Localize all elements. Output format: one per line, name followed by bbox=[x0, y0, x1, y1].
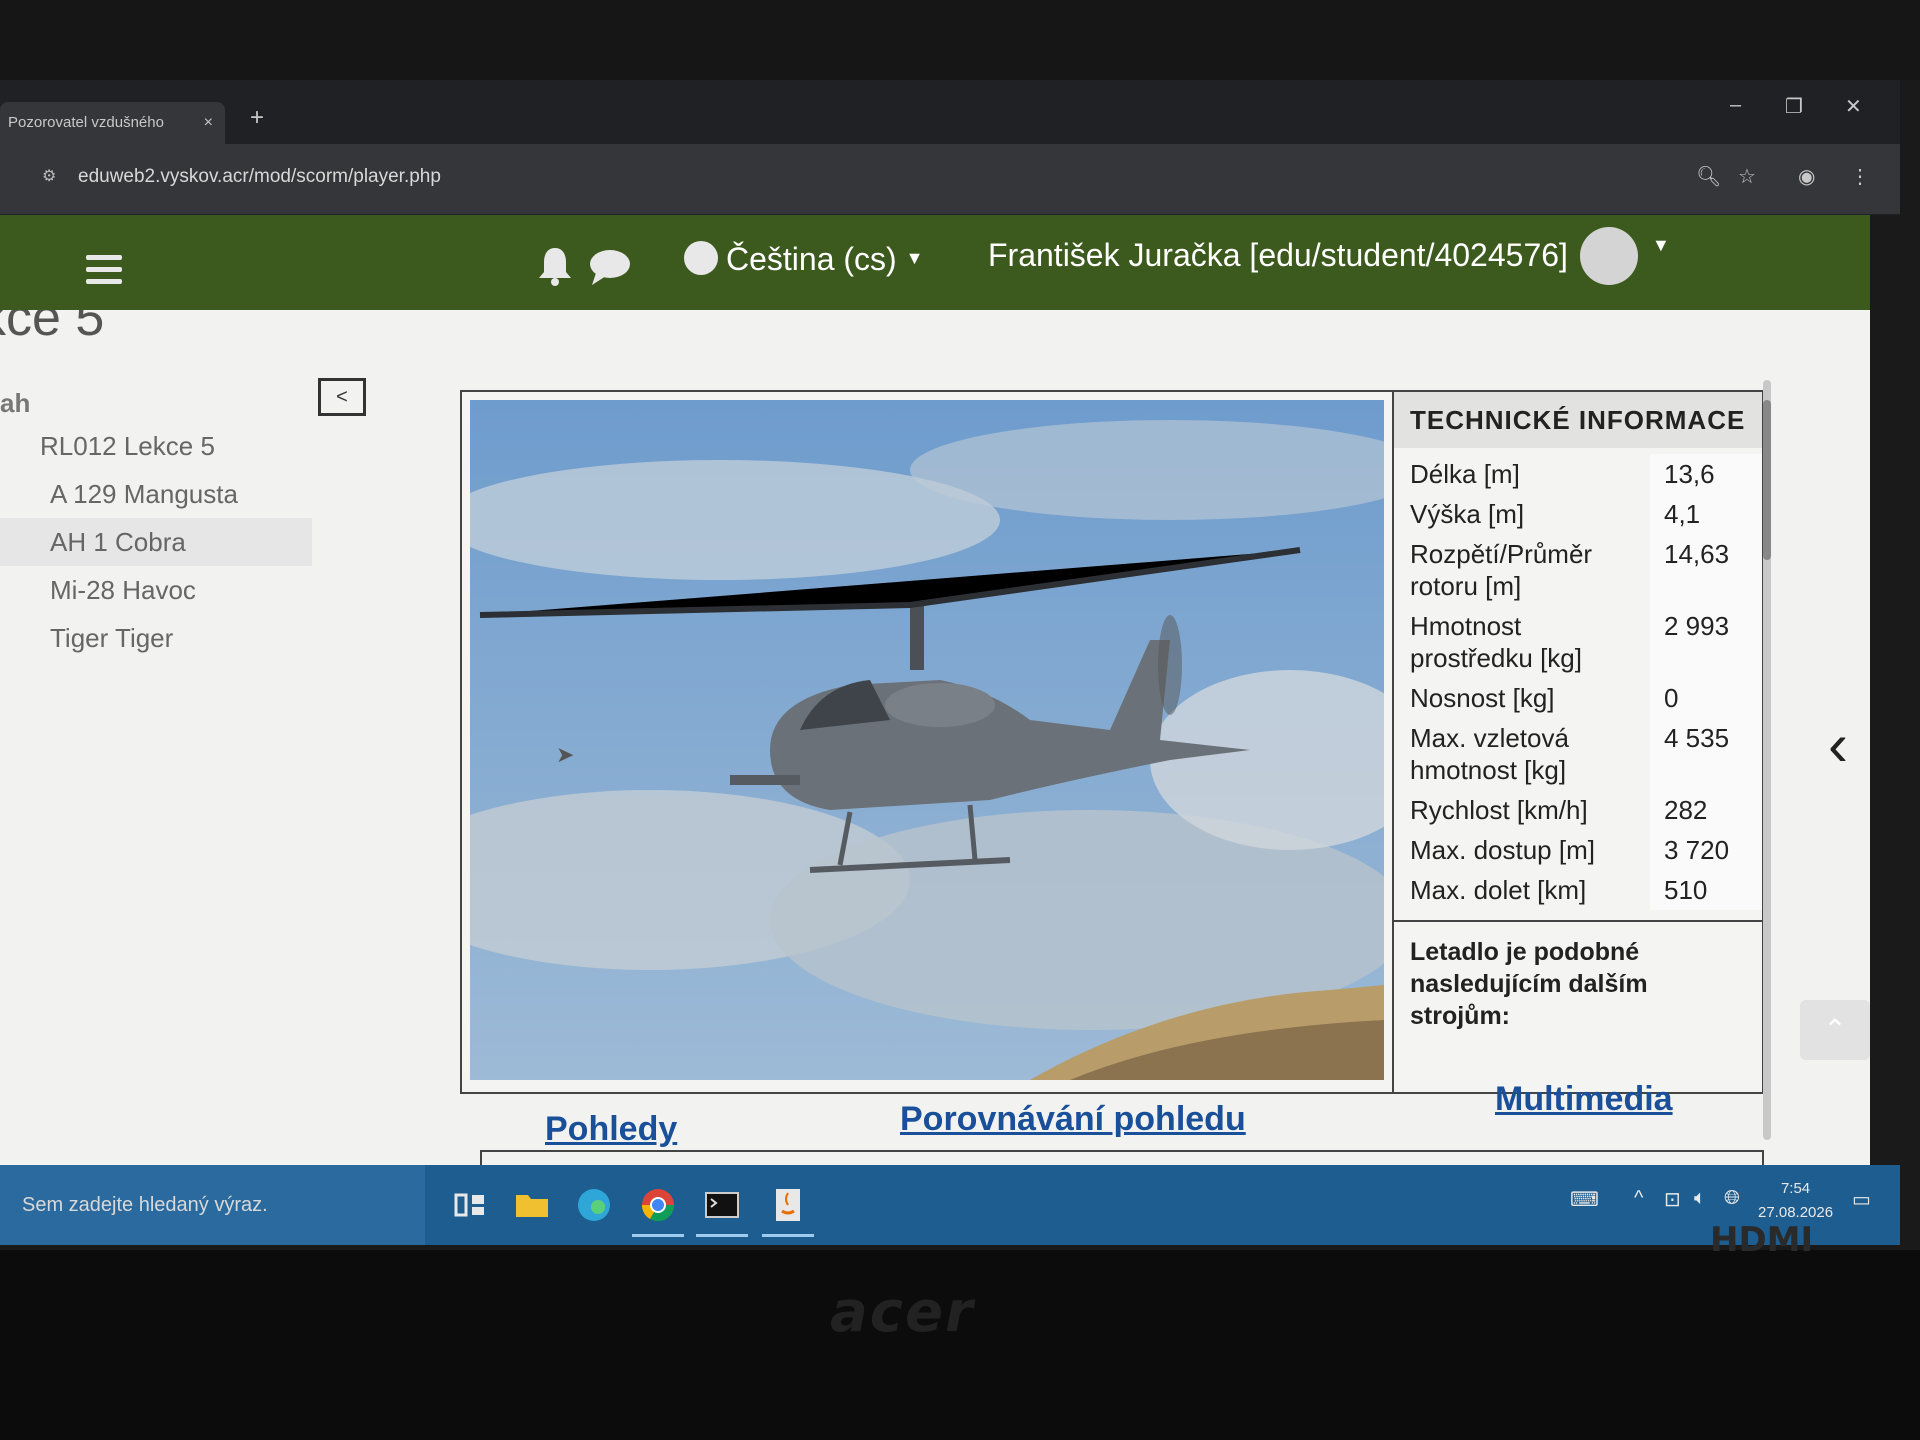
windows-taskbar: Sem zadejte hledaný výraz. ⌨ ^ ⊡ 🔈︎ 🌐︎ 7… bbox=[0, 1165, 1900, 1245]
spec-value: 4,1 bbox=[1650, 494, 1762, 534]
page-content: kce 5 ah < RL012 Lekce 5 A 129 Mangusta … bbox=[0, 310, 1870, 1170]
notification-bell-icon[interactable] bbox=[536, 245, 574, 287]
browser-tab[interactable]: Pozorovatel vzdušného × bbox=[0, 102, 225, 144]
spec-value: 0 bbox=[1650, 678, 1762, 718]
toc-item-cobra[interactable]: AH 1 Cobra bbox=[0, 518, 312, 566]
back-to-top-button[interactable]: ⌃ bbox=[1800, 1000, 1870, 1060]
keyboard-layout-icon[interactable]: ⌨ bbox=[1570, 1187, 1599, 1212]
globe-icon bbox=[684, 241, 718, 275]
spec-value: 282 bbox=[1650, 790, 1762, 830]
notification-center-icon[interactable]: ▭ bbox=[1852, 1187, 1871, 1212]
spec-row: Hmotnost prostředku [kg] 2 993 bbox=[1394, 606, 1762, 678]
new-tab-button[interactable]: + bbox=[250, 104, 264, 132]
language-menu[interactable]: Čeština (cs) ▼ bbox=[684, 241, 923, 278]
language-label: Čeština (cs) bbox=[726, 241, 897, 277]
spec-row: Max. dolet [km] 510 bbox=[1394, 870, 1762, 910]
spec-value: 14,63 bbox=[1650, 534, 1762, 606]
toc-list: RL012 Lekce 5 A 129 Mangusta AH 1 Cobra … bbox=[0, 422, 312, 662]
file-explorer-icon[interactable] bbox=[512, 1185, 552, 1225]
spec-label: Rozpětí/Průměr rotoru [m] bbox=[1410, 539, 1593, 601]
compare-views-link[interactable]: Porovnávání pohledu bbox=[900, 1100, 1246, 1139]
hamburger-menu-icon[interactable] bbox=[86, 255, 122, 291]
restore-icon[interactable]: ❐ bbox=[1785, 94, 1803, 119]
spec-label: Délka [m] bbox=[1410, 459, 1520, 489]
technical-info-panel: TECHNICKÉ INFORMACE Délka [m] 13,6 Výška … bbox=[1392, 392, 1762, 1092]
language-globe-icon[interactable]: 🌐︎ bbox=[1724, 1187, 1740, 1210]
network-icon[interactable]: ⊡ bbox=[1664, 1187, 1681, 1212]
spec-label: Max. dostup [m] bbox=[1410, 835, 1595, 865]
clock-time: 7:54 bbox=[1780, 1180, 1811, 1197]
spec-value: 510 bbox=[1650, 870, 1762, 910]
mouse-pointer-icon: ➤ bbox=[556, 742, 575, 767]
content-scrollbar[interactable] bbox=[1763, 380, 1771, 1140]
monitor-brand-logo: acer bbox=[830, 1280, 975, 1345]
toc-item-lesson[interactable]: RL012 Lekce 5 bbox=[0, 422, 312, 470]
similar-aircraft-text: Letadlo je podobné nasledujícím dalším s… bbox=[1394, 920, 1762, 1046]
toc-item-tiger[interactable]: Tiger Tiger bbox=[0, 614, 312, 662]
url-text[interactable]: eduweb2.vyskov.acr/mod/scorm/player.php bbox=[78, 166, 441, 188]
messages-chat-icon[interactable] bbox=[588, 247, 632, 287]
task-view-icon[interactable] bbox=[450, 1185, 490, 1225]
spec-value: 13,6 bbox=[1650, 454, 1762, 494]
edge-browser-icon[interactable] bbox=[574, 1185, 614, 1225]
helicopter-photo bbox=[470, 400, 1384, 1080]
toc-heading: ah bbox=[0, 388, 31, 418]
spec-label: Nosnost [kg] bbox=[1410, 683, 1555, 713]
java-app-icon[interactable] bbox=[762, 1185, 814, 1237]
spec-row: Rychlost [km/h] 282 bbox=[1394, 790, 1762, 830]
profile-icon[interactable]: ◉ bbox=[1798, 164, 1815, 189]
spec-label: Max. vzletová hmotnost [kg] bbox=[1410, 723, 1569, 785]
spec-row: Rozpětí/Průměr rotoru [m] 14,63 bbox=[1394, 534, 1762, 606]
volume-icon[interactable]: 🔈︎ bbox=[1694, 1187, 1706, 1210]
system-clock[interactable]: 7:54 27.08.2026 bbox=[1758, 1177, 1833, 1225]
chevron-down-icon: ▼ bbox=[905, 248, 924, 268]
spec-row: Nosnost [kg] 0 bbox=[1394, 678, 1762, 718]
scrollbar-thumb[interactable] bbox=[1763, 400, 1771, 560]
monitor-bezel-top bbox=[0, 0, 1920, 80]
terminal-icon[interactable] bbox=[696, 1185, 748, 1237]
window-close-icon[interactable]: ✕ bbox=[1845, 94, 1862, 119]
tab-title: Pozorovatel vzdušného bbox=[8, 114, 164, 131]
technical-info-title: TECHNICKÉ INFORMACE bbox=[1394, 392, 1762, 448]
spec-row: Max. vzletová hmotnost [kg] 4 535 bbox=[1394, 718, 1762, 790]
user-menu-chevron-down-icon[interactable]: ▼ bbox=[1652, 235, 1670, 256]
avatar[interactable] bbox=[1580, 227, 1638, 285]
spec-label: Max. dolet [km] bbox=[1410, 875, 1587, 905]
zoom-icon[interactable]: 🔍︎ bbox=[1696, 164, 1721, 189]
next-page-chevron-icon[interactable]: ‹ bbox=[1828, 710, 1848, 779]
minimize-icon[interactable]: – bbox=[1730, 94, 1741, 117]
spec-value: 4 535 bbox=[1650, 718, 1762, 790]
spec-table: Délka [m] 13,6 Výška [m] 4,1 Rozpětí/Průmě… bbox=[1394, 454, 1762, 910]
spec-value: 2 993 bbox=[1650, 606, 1762, 678]
multimedia-link[interactable]: Multimedia bbox=[1495, 1080, 1673, 1119]
monitor-bezel-bottom bbox=[0, 1250, 1920, 1440]
browser-chrome: Pozorovatel vzdušného × + – ❐ ✕ ⚙ eduweb… bbox=[0, 80, 1900, 215]
spec-value: 3 720 bbox=[1650, 830, 1762, 870]
user-name[interactable]: František Juračka [edu/student/4024576] bbox=[988, 237, 1568, 274]
spec-row: Délka [m] 13,6 bbox=[1394, 454, 1762, 494]
address-bar[interactable]: ⚙ eduweb2.vyskov.acr/mod/scorm/player.ph… bbox=[0, 144, 1900, 214]
spec-label: Výška [m] bbox=[1410, 499, 1525, 529]
tab-close-icon[interactable]: × bbox=[204, 102, 213, 144]
chrome-browser-icon[interactable] bbox=[632, 1185, 684, 1237]
hdmi-label: HDMI bbox=[1710, 1220, 1814, 1260]
menu-kebab-icon[interactable]: ⋮ bbox=[1850, 164, 1870, 189]
page-title: kce 5 bbox=[0, 310, 105, 347]
toc-item-havoc[interactable]: Mi-28 Havoc bbox=[0, 566, 312, 614]
views-link[interactable]: Pohledy bbox=[545, 1110, 677, 1149]
taskbar-search-input[interactable]: Sem zadejte hledaný výraz. bbox=[0, 1165, 425, 1245]
aircraft-card: TECHNICKÉ INFORMACE Délka [m] 13,6 Výška … bbox=[460, 390, 1764, 1094]
bookmark-star-icon[interactable]: ☆ bbox=[1738, 164, 1756, 189]
spec-label: Rychlost [km/h] bbox=[1410, 795, 1588, 825]
show-hidden-icons-chevron-up-icon[interactable]: ^ bbox=[1634, 1187, 1643, 1210]
toc-item-mangusta[interactable]: A 129 Mangusta bbox=[0, 470, 312, 518]
spec-row: Výška [m] 4,1 bbox=[1394, 494, 1762, 534]
site-settings-icon[interactable]: ⚙ bbox=[42, 166, 56, 186]
spec-label: Hmotnost prostředku [kg] bbox=[1410, 611, 1582, 673]
collapse-toc-button[interactable]: < bbox=[318, 378, 366, 416]
spec-row: Max. dostup [m] 3 720 bbox=[1394, 830, 1762, 870]
site-navbar: Čeština (cs) ▼ František Juračka [edu/st… bbox=[0, 215, 1870, 310]
